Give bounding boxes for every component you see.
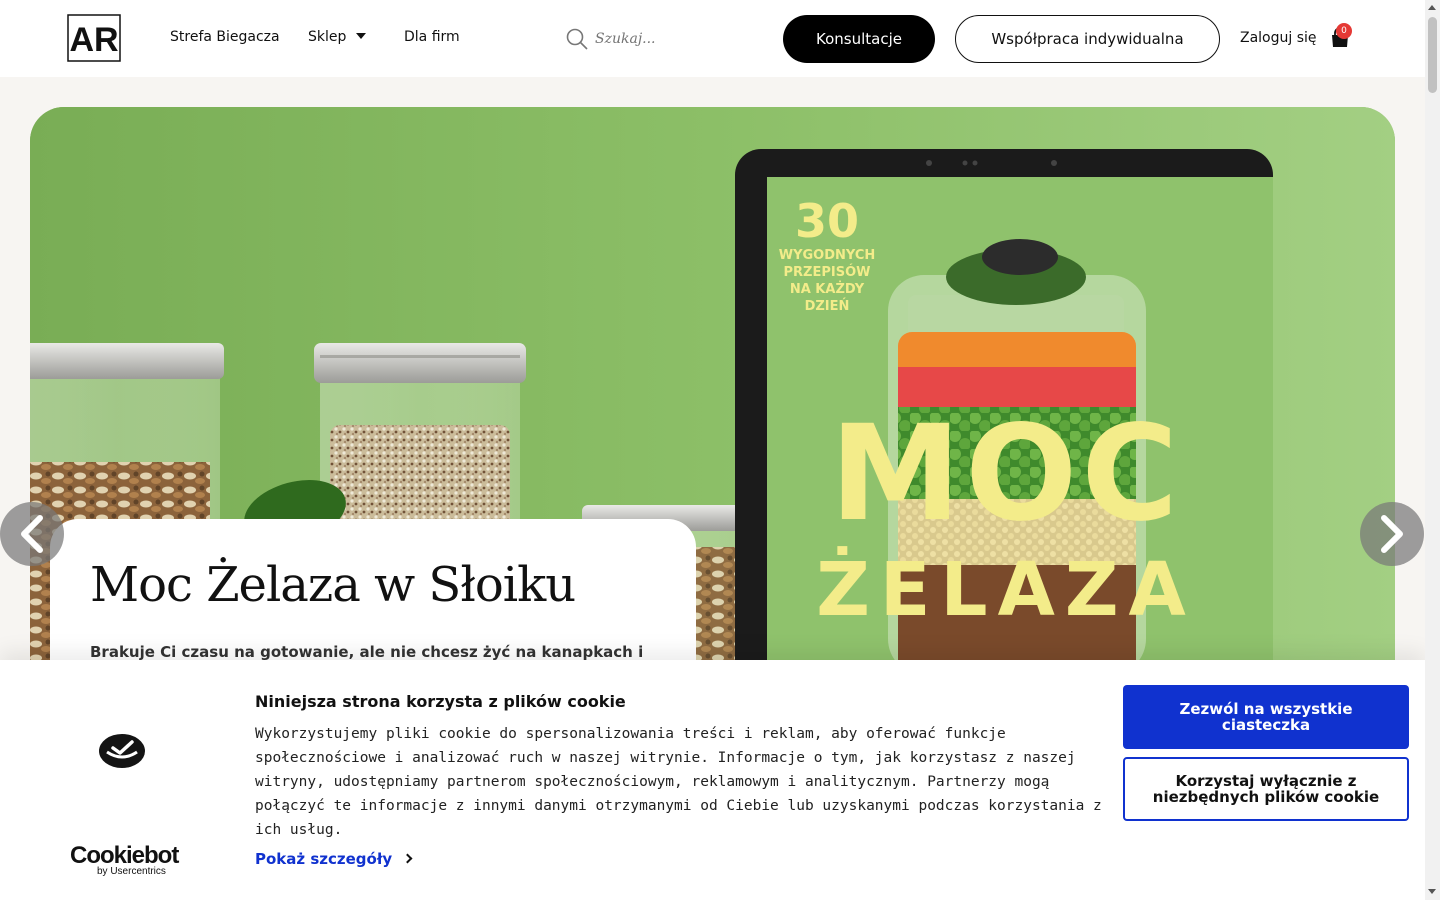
svg-text:AR: AR xyxy=(69,21,118,59)
svg-text:30: 30 xyxy=(795,194,859,248)
search-icon[interactable] xyxy=(565,27,589,51)
show-details-label: Pokaż szczegóły xyxy=(255,850,393,868)
search-input[interactable] xyxy=(593,26,733,52)
chevron-left-icon xyxy=(21,515,43,553)
hero-caption-card: Moc Żelaza w Słoiku Brakuje Ci czasu na … xyxy=(50,519,696,661)
login-link[interactable]: Zaloguj się xyxy=(1240,30,1317,46)
scroll-thumb[interactable] xyxy=(1428,17,1437,93)
scroll-down-arrow-icon[interactable] xyxy=(1428,889,1436,894)
page-scrollbar[interactable] xyxy=(1425,0,1440,900)
chevron-down-icon xyxy=(356,33,367,39)
search-box xyxy=(563,26,743,52)
nav-sklep-label: Sklep xyxy=(308,29,347,45)
svg-text:MOC: MOC xyxy=(830,397,1182,551)
cookie-banner: Cookiebot by Usercentrics Niniejsza stro… xyxy=(0,660,1425,900)
scroll-up-arrow-icon[interactable] xyxy=(1428,5,1436,10)
show-details-link[interactable]: Pokaż szczegóły xyxy=(255,850,413,868)
hero-title: Moc Żelaza w Słoiku xyxy=(90,557,576,613)
nav-dla-firm[interactable]: Dla firm xyxy=(404,29,460,45)
svg-text:WYGODNYCH: WYGODNYCH xyxy=(779,248,876,263)
chevron-right-icon xyxy=(402,853,413,864)
necessary-cookies-only-button[interactable]: Korzystaj wyłącznie z niezbędnych plików… xyxy=(1123,757,1409,821)
slider-next-button[interactable] xyxy=(1360,502,1424,566)
cookiebot-brand[interactable]: Cookiebot by Usercentrics xyxy=(70,842,179,877)
allow-all-cookies-button[interactable]: Zezwól na wszystkie ciasteczka xyxy=(1123,685,1409,749)
logo-icon: AR xyxy=(67,14,121,62)
svg-text:DZIEŃ: DZIEŃ xyxy=(805,298,850,314)
cookie-description: Wykorzystujemy pliki cookie do spersonal… xyxy=(255,726,1102,838)
cookie-title: Niniejsza strona korzysta z plików cooki… xyxy=(255,692,626,711)
chevron-right-icon xyxy=(1381,515,1403,553)
svg-text:ŻELAZA: ŻELAZA xyxy=(816,545,1196,633)
svg-text:PRZEPISÓW: PRZEPISÓW xyxy=(784,264,871,280)
cart-count-badge: 0 xyxy=(1336,23,1352,39)
cookie-logo-icon xyxy=(99,734,145,768)
site-logo[interactable]: AR xyxy=(64,13,124,63)
nav-strefa-biegacza[interactable]: Strefa Biegacza xyxy=(170,29,280,45)
individual-cooperation-button[interactable]: Współpraca indywidualna xyxy=(955,15,1220,63)
cookiebot-by: by Usercentrics xyxy=(97,866,166,877)
slider-prev-button[interactable] xyxy=(0,502,64,566)
nav-sklep[interactable]: Sklep xyxy=(308,29,367,45)
consultations-button[interactable]: Konsultacje xyxy=(783,15,935,63)
tablet-image: 30 WYGODNYCH PRZEPISÓW NA KAŻDY DZIEŃ MO… xyxy=(735,149,1273,660)
hero-description: Brakuje Ci czasu na gotowanie, ale nie c… xyxy=(90,643,644,661)
site-header: AR Strefa Biegacza Sklep Dla firm Konsul… xyxy=(0,0,1425,77)
svg-text:NA KAŻDY: NA KAŻDY xyxy=(790,281,865,297)
